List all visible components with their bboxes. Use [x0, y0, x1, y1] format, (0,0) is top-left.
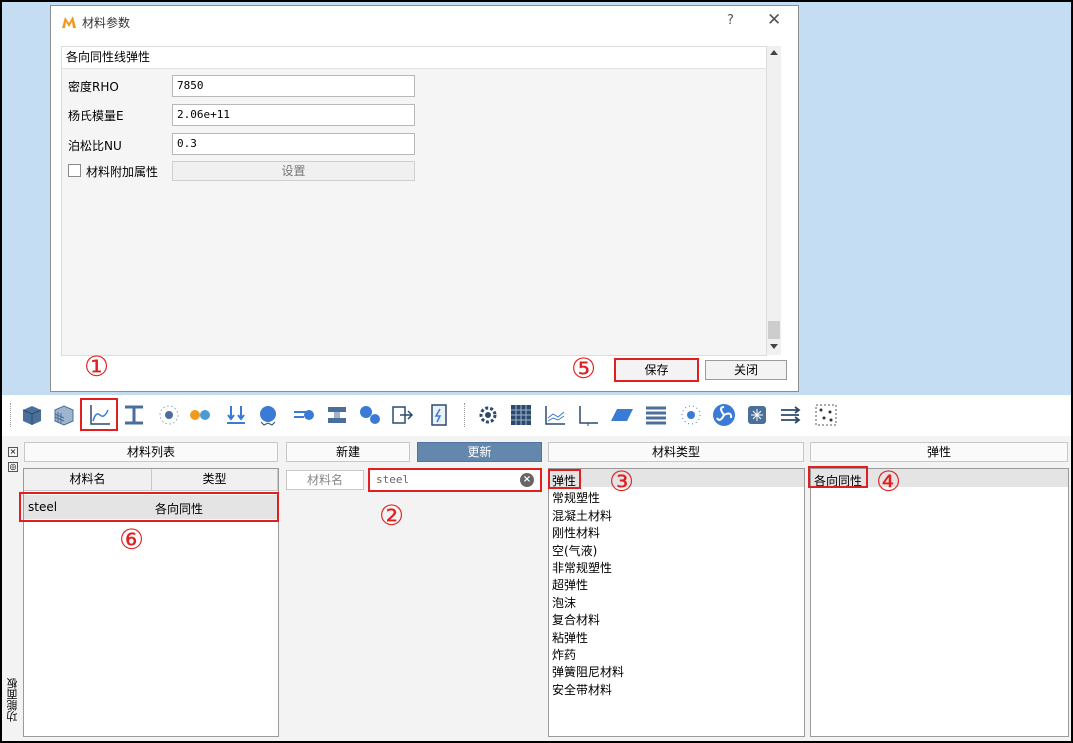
save-button[interactable]: 保存 — [614, 358, 699, 382]
search-value: steel — [376, 473, 410, 486]
elastic-list — [810, 468, 1069, 737]
calculator-icon[interactable] — [427, 403, 451, 427]
app-logo-icon — [62, 16, 76, 28]
material-params-dialog: 材料参数 ? ✕ 各向同性线弹性 密度RHO 7850 杨氏模量E 2.06e+… — [50, 5, 799, 392]
scroll-down-icon[interactable] — [770, 344, 778, 349]
scroll-thumb[interactable] — [768, 321, 780, 339]
extra-properties-label: 材料附加属性 — [86, 165, 159, 179]
youngs-modulus-label: 杨氏模量E — [68, 109, 124, 123]
settings-button[interactable]: 设置 — [172, 161, 415, 181]
material-type-item[interactable]: 空(气液) — [552, 542, 597, 559]
marker-1: ① — [84, 350, 110, 383]
extra-properties-checkbox[interactable] — [68, 164, 81, 177]
new-button[interactable]: 新建 — [286, 442, 410, 462]
material-type-item[interactable]: 粘弹性 — [552, 629, 588, 646]
material-type-item[interactable]: 复合材料 — [552, 611, 600, 628]
dotted-box-icon[interactable] — [814, 403, 838, 427]
material-list-header: 材料列表 — [24, 442, 278, 462]
poisson-ratio-input[interactable]: 0.3 — [172, 133, 415, 155]
material-type-item[interactable]: 炸药 — [552, 646, 576, 663]
marker-3: ③ — [609, 465, 635, 498]
list-icon[interactable] — [644, 403, 668, 427]
panel-close-icon[interactable]: × — [8, 447, 18, 457]
close-button[interactable]: 关闭 — [705, 360, 787, 380]
elastic-highlight — [548, 469, 581, 489]
material-type-item[interactable]: 弹簧阻尼材料 — [552, 663, 624, 680]
material-type-header: 材料类型 — [548, 442, 804, 462]
marker-2: ② — [379, 499, 405, 532]
selected-type-row[interactable] — [549, 469, 804, 487]
cube-icon[interactable] — [20, 403, 44, 427]
function-panel-label: 功能面板 — [6, 678, 19, 722]
dialog-titlebar[interactable]: 材料参数 ? ✕ — [51, 6, 798, 37]
dialog-scrollbar[interactable] — [766, 46, 781, 355]
search-input[interactable]: steel × — [368, 468, 542, 492]
density-input[interactable]: 7850 — [172, 75, 415, 97]
update-button[interactable]: 更新 — [417, 442, 542, 462]
arrow-dot-icon[interactable] — [292, 403, 316, 427]
material-type-item[interactable]: 混凝土材料 — [552, 507, 612, 524]
scroll-up-icon[interactable] — [770, 50, 778, 55]
panel-float-icon[interactable]: ◎ — [8, 462, 18, 472]
poisson-ratio-label: 泊松比NU — [68, 139, 122, 153]
line-chart-icon[interactable] — [543, 403, 567, 427]
youngs-modulus-input[interactable]: 2.06e+11 — [172, 104, 415, 126]
settings-gear-icon[interactable] — [476, 403, 500, 427]
material-type-item[interactable]: 刚性材料 — [552, 524, 600, 541]
node-icon[interactable] — [157, 403, 181, 427]
sphere-icon[interactable] — [256, 403, 280, 427]
i-beam-icon[interactable] — [122, 403, 146, 427]
toolbar-separator — [10, 403, 12, 427]
clear-icon[interactable]: × — [520, 473, 534, 487]
table-grid-icon[interactable] — [509, 403, 533, 427]
marker-4: ④ — [876, 465, 902, 498]
material-name-field[interactable]: 材料名 — [286, 470, 364, 490]
marker-5: ⑤ — [571, 352, 597, 385]
gears-icon[interactable] — [188, 403, 212, 427]
curve-tool-highlight — [80, 398, 118, 431]
down-arrows-icon[interactable] — [224, 403, 248, 427]
toolbar-separator — [464, 403, 466, 427]
plane-icon[interactable] — [610, 403, 634, 427]
close-icon[interactable]: ✕ — [767, 10, 781, 30]
export-icon[interactable] — [390, 403, 414, 427]
fan-icon[interactable] — [712, 403, 736, 427]
section-icon[interactable] — [325, 403, 349, 427]
isotropic-highlight — [808, 466, 868, 488]
section-title: 各向同性线弹性 — [62, 47, 766, 69]
dots-circle-icon[interactable] — [679, 403, 703, 427]
marker-6: ⑥ — [119, 523, 145, 556]
material-type-item[interactable]: 安全带材料 — [552, 681, 612, 698]
material-type-item[interactable]: 超弹性 — [552, 576, 588, 593]
axis-icon[interactable] — [576, 403, 600, 427]
bubbles-icon[interactable] — [358, 403, 382, 427]
material-type-item[interactable]: 非常规塑性 — [552, 559, 612, 576]
column-material-name[interactable]: 材料名 — [24, 469, 152, 491]
column-type[interactable]: 类型 — [152, 469, 278, 491]
help-button[interactable]: ? — [727, 13, 734, 28]
dialog-title: 材料参数 — [82, 16, 131, 30]
elastic-header: 弹性 — [810, 442, 1068, 462]
flow-arrows-icon[interactable] — [779, 403, 803, 427]
toolbar — [2, 395, 1071, 435]
steel-row-highlight — [19, 492, 279, 522]
grid-cube-icon[interactable] — [52, 403, 76, 427]
material-type-item[interactable]: 常规塑性 — [552, 489, 600, 506]
snow-cube-icon[interactable] — [745, 403, 769, 427]
dialog-content: 各向同性线弹性 密度RHO 7850 杨氏模量E 2.06e+11 泊松比NU … — [61, 46, 767, 356]
density-label: 密度RHO — [68, 80, 119, 94]
material-type-item[interactable]: 泡沫 — [552, 594, 576, 611]
